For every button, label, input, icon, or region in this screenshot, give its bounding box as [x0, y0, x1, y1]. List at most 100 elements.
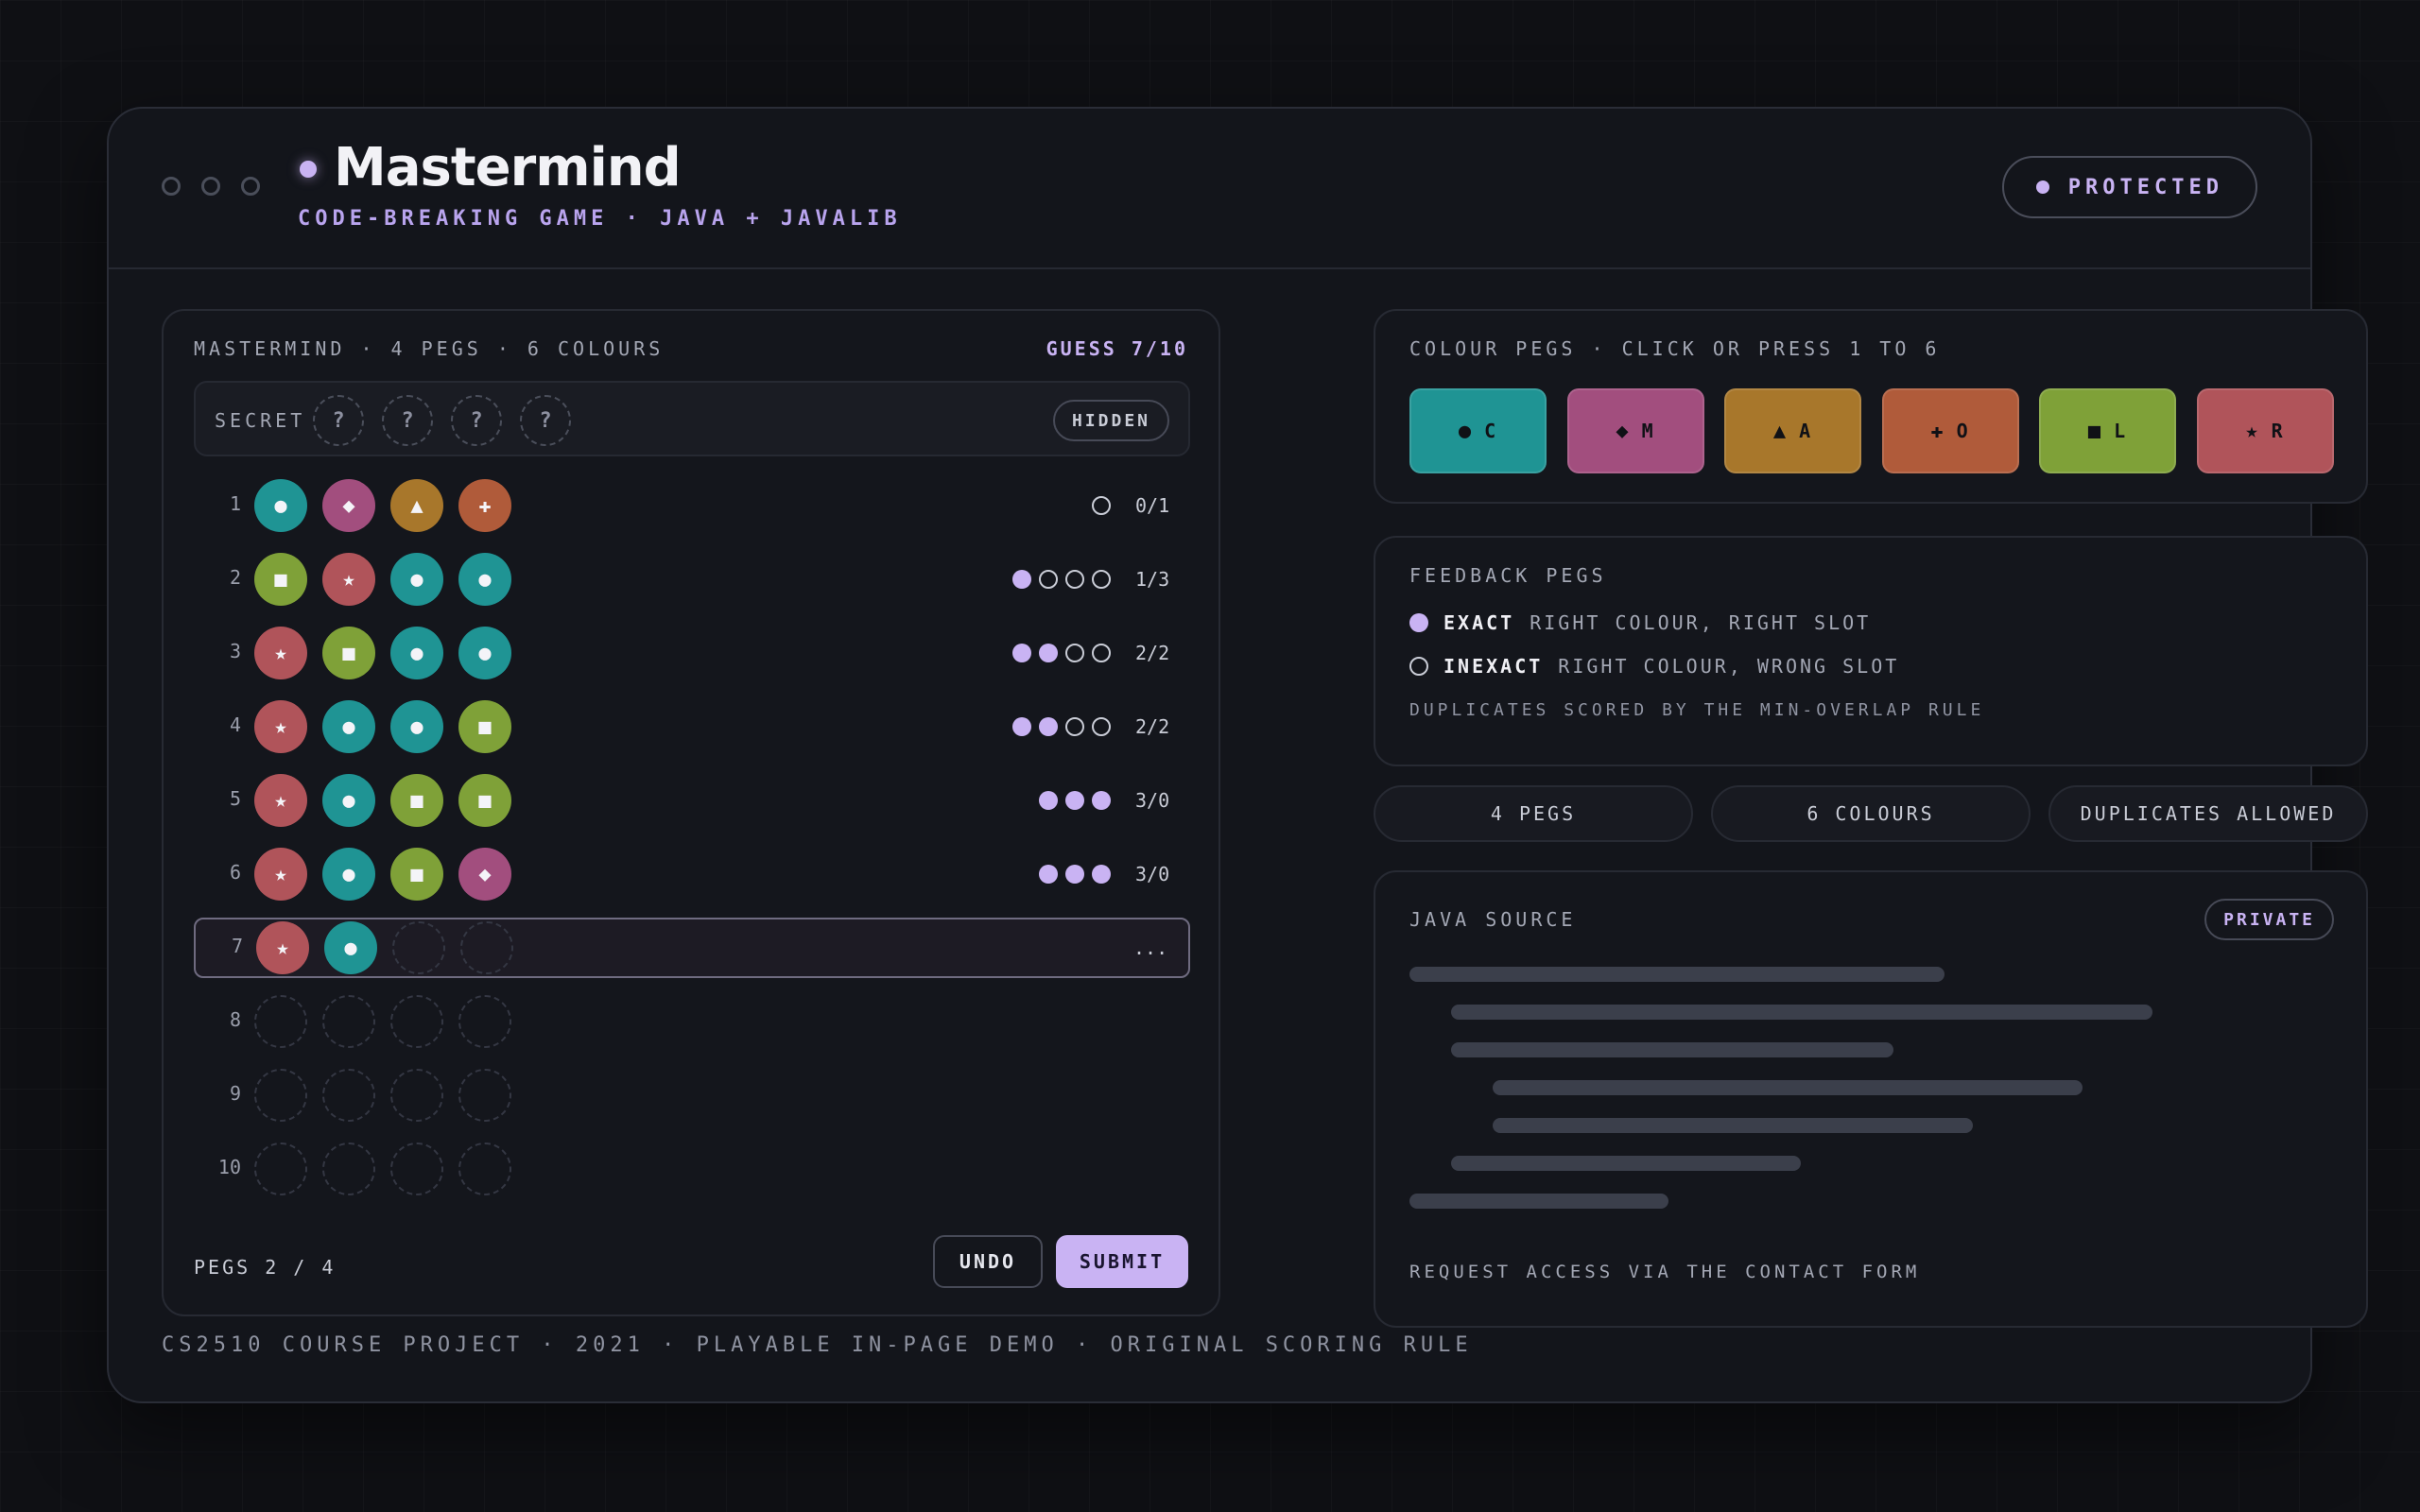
row-number: 9	[229, 1082, 241, 1105]
secret-label: SECRET	[215, 409, 306, 432]
status-dot-icon	[2035, 180, 2049, 194]
exact-peg-icon	[1065, 865, 1084, 884]
guess-row: 6 ★ ● ■ ◆ 3/0	[194, 844, 1190, 904]
colour-button-O[interactable]: ✚ O	[1881, 388, 2019, 473]
circle-icon: ●	[410, 567, 424, 592]
window-control-maximize[interactable]	[241, 177, 260, 196]
peg-C: ●	[322, 848, 375, 901]
inexact-peg-icon	[1065, 644, 1084, 662]
colour-button-M[interactable]: ◆ M	[1566, 388, 1704, 473]
peg-R: ★	[256, 921, 309, 974]
peg-C: ●	[458, 627, 511, 679]
colour-key: L	[2114, 420, 2128, 442]
window-control-minimize[interactable]	[201, 177, 220, 196]
empty-slot	[458, 1143, 511, 1195]
page-subtitle: CODE-BREAKING GAME · JAVA + JAVALIB	[298, 207, 902, 231]
peg-C: ●	[324, 921, 377, 974]
secret-hidden-toggle[interactable]: HIDDEN	[1052, 400, 1169, 441]
colour-button-A[interactable]: ▲ A	[1724, 388, 1861, 473]
empty-slot	[458, 995, 511, 1048]
circle-icon: ●	[274, 493, 287, 518]
peg-C: ●	[322, 700, 375, 753]
request-access-text[interactable]: REQUEST ACCESS VIA THE CONTACT FORM	[1409, 1262, 1920, 1282]
row-number: 1	[229, 492, 241, 515]
diamond-icon: ◆	[1616, 419, 1629, 443]
row-number: 10	[217, 1156, 241, 1178]
feedback-legend: FEEDBACK PEGS EXACT RIGHT COLOUR, RIGHT …	[1374, 536, 2368, 766]
feedback-label: FEEDBACK PEGS	[1409, 564, 1607, 587]
circle-icon: ●	[344, 936, 357, 960]
empty-slot	[322, 1069, 375, 1122]
inexact-peg-icon	[1065, 570, 1084, 589]
exact-peg-icon	[1409, 613, 1428, 632]
secret-code: SECRET ? ? ? ? HIDDEN	[194, 381, 1190, 456]
code-placeholder-line	[1451, 1156, 1801, 1171]
star-icon: ★	[274, 862, 287, 886]
cross-icon: ✚	[478, 493, 492, 518]
exact-desc: RIGHT COLOUR, RIGHT SLOT	[1530, 611, 1872, 634]
peg-R: ★	[322, 553, 375, 606]
exact-peg-icon	[1012, 644, 1031, 662]
colour-key: O	[1956, 420, 1970, 442]
inexact-peg-icon	[1409, 657, 1428, 676]
feedback-score: 2/2	[1135, 715, 1170, 738]
star-icon: ★	[274, 714, 287, 739]
triangle-icon: ▲	[410, 493, 424, 518]
submit-button[interactable]: SUBMIT	[1056, 1235, 1188, 1288]
window-control-close[interactable]	[162, 177, 181, 196]
guess-row: 2 ■ ★ ● ● 1/3	[194, 549, 1190, 610]
exact-peg-icon	[1039, 717, 1058, 736]
empty-slot	[390, 1143, 443, 1195]
peg-A: ▲	[390, 479, 443, 532]
star-icon: ★	[274, 788, 287, 813]
guess-row: 9	[194, 1065, 1190, 1125]
colour-key: M	[1641, 420, 1655, 442]
peg-C: ●	[390, 627, 443, 679]
inexact-peg-icon	[1092, 644, 1111, 662]
colour-button-L[interactable]: ■ L	[2039, 388, 2176, 473]
undo-button[interactable]: UNDO	[933, 1235, 1043, 1288]
colour-key: A	[1799, 420, 1813, 442]
exact-peg-icon	[1012, 717, 1031, 736]
circle-icon: ●	[478, 567, 492, 592]
peg-C: ●	[390, 700, 443, 753]
title-dot-icon	[300, 161, 317, 178]
secret-peg: ?	[520, 395, 571, 446]
empty-slot	[254, 1143, 307, 1195]
exact-peg-icon	[1065, 791, 1084, 810]
peg-L: ■	[390, 848, 443, 901]
code-placeholder-line	[1451, 1005, 2152, 1020]
colour-button-C[interactable]: ● C	[1409, 388, 1547, 473]
legend-exact: EXACT RIGHT COLOUR, RIGHT SLOT	[1409, 611, 1871, 634]
legend-inexact: INEXACT RIGHT COLOUR, WRONG SLOT	[1409, 655, 1899, 678]
header: Mastermind CODE-BREAKING GAME · JAVA + J…	[109, 109, 2310, 269]
square-icon: ■	[410, 862, 424, 886]
inexact-peg-icon	[1039, 570, 1058, 589]
inexact-key: INEXACT	[1443, 655, 1544, 678]
guess-row: 3 ★ ■ ● ● 2/2	[194, 623, 1190, 683]
square-icon: ■	[274, 567, 287, 592]
feedback-score: 2/2	[1135, 642, 1170, 664]
guess-row: 8	[194, 991, 1190, 1052]
empty-slot[interactable]	[392, 921, 445, 974]
empty-slot	[390, 1069, 443, 1122]
inexact-peg-icon	[1092, 717, 1111, 736]
exact-peg-icon	[1039, 791, 1058, 810]
code-placeholder-line	[1493, 1080, 2083, 1095]
guess-row-active[interactable]: 7 ★ ●...	[194, 918, 1190, 978]
exact-peg-icon	[1092, 791, 1111, 810]
colour-button-R[interactable]: ★ R	[2196, 388, 2334, 473]
square-icon: ■	[342, 641, 355, 665]
empty-slot[interactable]	[460, 921, 513, 974]
guess-row: 5 ★ ● ■ ■ 3/0	[194, 770, 1190, 831]
peg-C: ●	[322, 774, 375, 827]
peg-R: ★	[254, 774, 307, 827]
row-number: 4	[229, 713, 241, 736]
code-placeholder-line	[1451, 1042, 1893, 1057]
circle-icon: ●	[342, 714, 355, 739]
feedback: 3/0	[1039, 857, 1173, 891]
pegs-placed-count: PEGS 2 / 4	[194, 1256, 337, 1279]
diamond-icon: ◆	[478, 862, 492, 886]
circle-icon: ●	[410, 641, 424, 665]
inexact-peg-icon	[1092, 496, 1111, 515]
